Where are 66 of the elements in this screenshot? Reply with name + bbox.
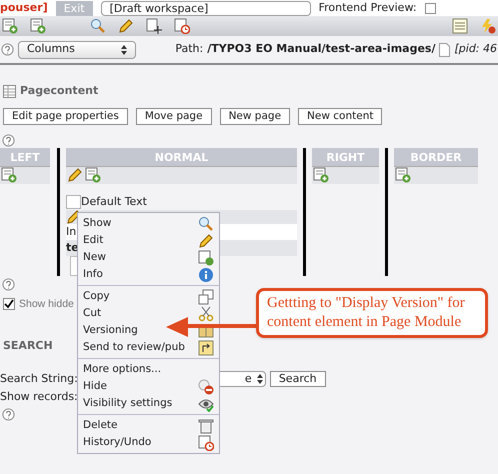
menu-item[interactable]: Visibility settings bbox=[78, 395, 219, 415]
table-icon bbox=[3, 84, 16, 98]
menu-item[interactable]: Delete bbox=[78, 417, 219, 434]
new-record-icon[interactable] bbox=[395, 167, 411, 183]
new-record-icon[interactable] bbox=[30, 18, 46, 34]
history-icon bbox=[198, 434, 214, 450]
frontend-preview-label: Frontend Preview: bbox=[318, 1, 417, 15]
search-string-label: Search String: bbox=[0, 370, 78, 387]
pencil-icon[interactable] bbox=[118, 18, 134, 34]
new-record-icon bbox=[198, 250, 214, 266]
magnifier-icon bbox=[90, 18, 106, 34]
section-title: Pagecontent bbox=[20, 83, 98, 99]
view-select[interactable]: Columns bbox=[18, 40, 136, 58]
new-record-icon[interactable] bbox=[313, 167, 329, 183]
hide-icon bbox=[198, 378, 214, 394]
page-action-button[interactable]: New content bbox=[298, 108, 382, 124]
page-action-button[interactable]: Move page bbox=[136, 108, 212, 124]
magnifier-icon bbox=[198, 216, 214, 232]
info-icon bbox=[198, 266, 214, 282]
page-path: /TYPO3 EO Manual/test-area-images/ bbox=[207, 41, 436, 58]
help-icon[interactable] bbox=[2, 278, 15, 290]
workspace-select[interactable]: [Draft workspace] bbox=[100, 0, 311, 16]
page-action-button[interactable]: New page bbox=[220, 108, 290, 124]
content-element-icon[interactable] bbox=[66, 194, 81, 208]
help-icon[interactable] bbox=[2, 408, 15, 421]
menu-item[interactable]: History/Undo bbox=[78, 434, 219, 451]
page-action-button[interactable]: Edit page properties bbox=[3, 108, 128, 124]
menu-item[interactable]: Cut bbox=[78, 305, 219, 322]
column-header: LEFT bbox=[0, 148, 50, 166]
menu-item[interactable]: Hide bbox=[78, 378, 219, 395]
help-icon[interactable] bbox=[2, 134, 15, 146]
page-icon bbox=[439, 42, 450, 56]
trash-icon bbox=[198, 418, 214, 434]
copy-icon bbox=[198, 288, 214, 304]
history-icon bbox=[174, 18, 190, 34]
stepper-icon bbox=[121, 44, 127, 54]
menu-item[interactable]: Versioning bbox=[78, 322, 219, 339]
pencil-icon bbox=[198, 232, 214, 248]
search-button[interactable]: Search bbox=[270, 371, 326, 387]
show-records-label: Show records: bbox=[0, 389, 78, 406]
user-name: pouser] bbox=[0, 1, 48, 15]
menu-item[interactable]: Send to review/pub bbox=[78, 339, 219, 359]
column-header: RIGHT bbox=[312, 148, 379, 166]
new-record-icon[interactable] bbox=[1, 167, 17, 183]
callout: Gettting to "Display Version" for content element in Page Module bbox=[256, 288, 488, 338]
page-id: [pid: 46 bbox=[454, 41, 497, 58]
send-icon bbox=[198, 340, 214, 356]
show-hidden-checkbox[interactable] bbox=[3, 298, 15, 310]
content-element-title: Default Text bbox=[81, 196, 147, 208]
list-icon[interactable] bbox=[452, 18, 468, 34]
help-icon[interactable] bbox=[1, 43, 14, 56]
preview-checkbox[interactable] bbox=[424, 2, 436, 14]
column-header: BORDER bbox=[394, 148, 478, 166]
show-hidden-label: Show hidde bbox=[19, 296, 74, 312]
menu-item[interactable]: Info bbox=[78, 266, 219, 286]
path-label: Path: bbox=[175, 41, 204, 58]
clear-cache-icon[interactable] bbox=[480, 18, 496, 34]
new-record-icon[interactable] bbox=[85, 167, 101, 183]
search-title: SEARCH bbox=[2, 338, 54, 354]
stepper-icon bbox=[256, 374, 263, 384]
move-icon[interactable] bbox=[146, 18, 162, 34]
menu-item[interactable]: More options... bbox=[78, 361, 219, 378]
column-header: NORMAL bbox=[66, 148, 297, 166]
menu-item[interactable]: Copy bbox=[78, 288, 219, 305]
new-page-icon[interactable] bbox=[2, 18, 18, 34]
scissors-icon bbox=[198, 306, 214, 322]
